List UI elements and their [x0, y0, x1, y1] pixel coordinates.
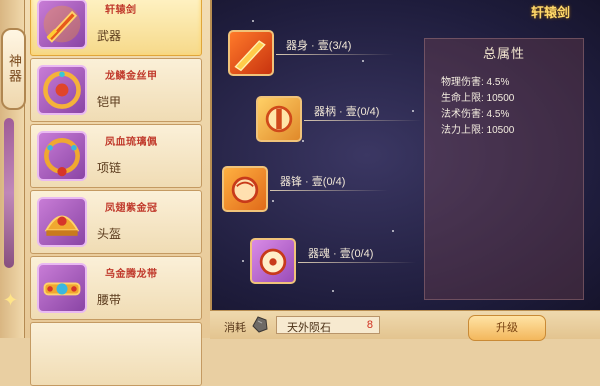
part-divider — [304, 120, 422, 121]
edge-icon — [222, 166, 268, 212]
list-item-helmet[interactable]: 凤翅紫金冠 头盔 — [30, 190, 202, 254]
list-item-weapon[interactable]: 轩辕剑 武器 — [30, 0, 202, 56]
part-label: 器柄 · 壹(0/4) — [314, 106, 380, 118]
tab-shenqi[interactable]: 神器 — [1, 28, 26, 110]
total-stats-box: 总属性 物理伤害: 4.5% 生命上限: 10500 法术伤害: 4.5% 法力… — [424, 38, 584, 300]
item-category: 武器 — [97, 29, 122, 43]
part-divider — [276, 54, 394, 55]
stat-line: 物理伤害: 4.5% — [441, 77, 510, 88]
stat-line: 法力上限: 10500 — [441, 125, 515, 136]
cost-bar: 消耗 天外陨石 8 升级 — [210, 310, 600, 341]
stats-header: 总属性 — [482, 46, 525, 61]
item-category: 腰带 — [97, 293, 122, 307]
item-name: 龙鳞金丝甲 — [105, 71, 158, 82]
helmet-icon — [37, 197, 87, 247]
item-category: 铠甲 — [97, 95, 122, 109]
artifact-title: 轩辕剑 — [530, 5, 570, 20]
part-label: 器身 · 壹(3/4) — [286, 40, 352, 52]
part-label: 器锋 · 壹(0/4) — [280, 176, 346, 188]
upgrade-button[interactable]: 升级 — [468, 315, 546, 341]
list-item-partial[interactable] — [30, 322, 202, 386]
tab-shenqi-label: 神器 — [6, 54, 21, 84]
item-category: 头盔 — [97, 227, 122, 241]
side-tab-bar: 神器 ✦ — [0, 0, 26, 338]
armor-icon — [37, 65, 87, 115]
hilt-icon — [256, 96, 302, 142]
list-item-armor[interactable]: 龙鳞金丝甲 铠甲 — [30, 58, 202, 122]
artifact-panel: 轩辕剑 器身 · 壹(3/4) 器柄 · 壹(0/4) 器锋 · 壹(0/4) … — [210, 0, 600, 310]
cost-label: 消耗 — [224, 322, 246, 334]
equipment-list: 轩辕剑 武器 龙鳞金丝甲 铠甲 凤血琉璃佩 项链 凤翅紫金冠 头盔 乌金腾龙带 … — [30, 0, 202, 386]
cost-amount: 8 — [366, 319, 373, 331]
cost-material-name: 天外陨石 — [287, 322, 331, 334]
sword-icon — [37, 0, 87, 49]
list-item-belt[interactable]: 乌金腾龙带 腰带 — [30, 256, 202, 320]
stat-line: 法术伤害: 4.5% — [441, 109, 510, 120]
decorative-ribbon — [4, 118, 14, 268]
item-name: 乌金腾龙带 — [105, 269, 158, 280]
blade-icon — [228, 30, 274, 76]
soul-icon — [250, 238, 296, 284]
item-name: 轩辕剑 — [105, 5, 137, 16]
item-name: 凤血琉璃佩 — [105, 137, 158, 148]
part-divider — [270, 190, 388, 191]
necklace-icon — [37, 131, 87, 181]
part-divider — [298, 262, 416, 263]
sparkle-icon: ✦ — [3, 290, 19, 310]
stat-line: 生命上限: 10500 — [441, 93, 515, 104]
item-name: 凤翅紫金冠 — [105, 203, 158, 214]
list-item-necklace[interactable]: 凤血琉璃佩 项链 — [30, 124, 202, 188]
cost-material-box: 天外陨石 8 — [276, 316, 380, 334]
item-category: 项链 — [97, 161, 122, 175]
belt-icon — [37, 263, 87, 313]
part-label: 器魂 · 壹(0/4) — [308, 248, 374, 260]
meteorite-icon — [250, 314, 270, 334]
